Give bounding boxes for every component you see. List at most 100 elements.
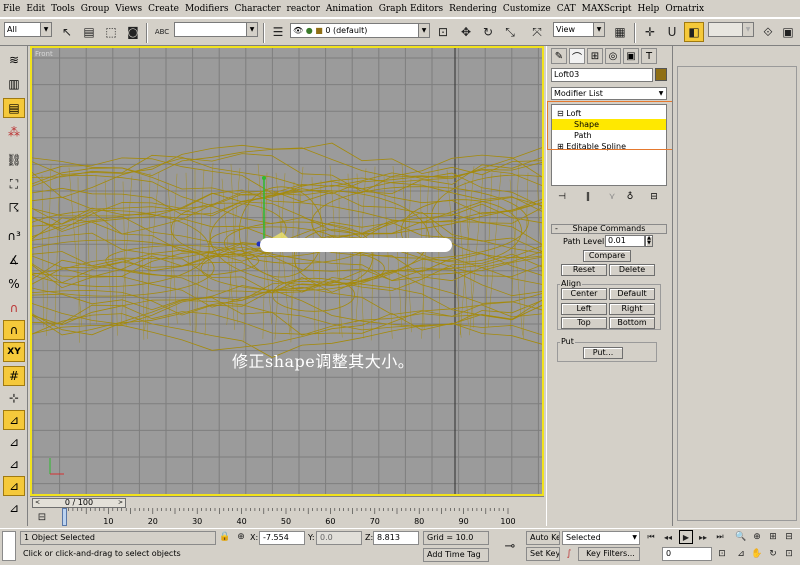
align-bottom-button[interactable]: Bottom xyxy=(609,317,655,329)
key-filters-button[interactable]: Key Filters... xyxy=(578,547,640,561)
create-tab-icon[interactable]: ✎ xyxy=(551,48,567,64)
time-slider-thumb[interactable]: < 0 / 100 > xyxy=(32,498,126,508)
pan-icon[interactable]: ✋ xyxy=(750,547,764,561)
menu-ornatrix[interactable]: Ornatrix xyxy=(665,4,704,14)
hierarchy-tab-icon[interactable]: ⊞ xyxy=(587,48,603,64)
modify-tab-icon[interactable]: ⌒ xyxy=(569,48,585,64)
add-time-tag-button[interactable]: Add Time Tag xyxy=(423,548,489,562)
play-icon[interactable]: ▶ xyxy=(679,530,693,544)
zoom-all-icon[interactable]: ⊕ xyxy=(750,530,764,544)
reset-button[interactable]: Reset xyxy=(561,264,607,276)
time-slider[interactable]: < 0 / 100 > xyxy=(30,496,544,508)
selection-center-dropdown[interactable]: ▼ xyxy=(708,22,754,37)
select-and-squash-icon[interactable]: ◧ xyxy=(684,22,704,42)
go-to-start-icon[interactable]: ⏮ xyxy=(644,530,658,544)
menu-help[interactable]: Help xyxy=(638,4,660,14)
modifier-list-dropdown[interactable]: Modifier List ▼ xyxy=(551,87,667,100)
layer-manager-icon[interactable]: ☰ xyxy=(268,22,288,42)
path-level-spinner[interactable]: 0.01 xyxy=(605,235,645,247)
pivot-snap-icon[interactable]: ⊿ xyxy=(3,454,25,474)
viewport-label[interactable]: Front xyxy=(35,50,53,58)
configure-sets-icon[interactable]: ⊟ xyxy=(647,190,661,204)
rotate-icon[interactable]: ↻ xyxy=(478,22,498,42)
shape-commands-rollout[interactable]: - Shape Commands xyxy=(551,224,667,234)
mini-curve-editor-icon[interactable]: ⊟ xyxy=(32,509,52,526)
named-selection-dropdown[interactable]: ▼ xyxy=(174,22,258,37)
orbit-icon[interactable]: ↻ xyxy=(766,547,780,561)
menu-create[interactable]: Create xyxy=(148,4,179,14)
xy-constraint-icon[interactable]: XY xyxy=(3,342,25,362)
snap-toggle-icon[interactable]: ∩ xyxy=(3,320,25,340)
next-frame-icon[interactable]: ▸▸ xyxy=(696,530,710,544)
scale-icon[interactable]: ⤡ xyxy=(500,22,520,42)
snap-3-icon[interactable]: ∩³ xyxy=(3,226,25,246)
bind-space-warp-icon[interactable]: ☈ xyxy=(3,198,25,218)
menu-character[interactable]: Character xyxy=(235,4,281,14)
midpoint-snap-icon[interactable]: ⊿ xyxy=(3,476,25,496)
go-to-end-icon[interactable]: ⏭ xyxy=(713,530,727,544)
edge-snap-icon[interactable]: ⊿ xyxy=(3,410,25,430)
object-color-swatch[interactable] xyxy=(655,68,667,81)
put-button[interactable]: Put... xyxy=(583,347,623,359)
absolute-mode-icon[interactable]: ⊕ xyxy=(234,530,248,544)
menu-rendering[interactable]: Rendering xyxy=(449,4,497,14)
align-icon[interactable]: ▣ xyxy=(778,22,798,42)
z-coordinate-field[interactable]: 8.813 xyxy=(373,531,419,545)
percent-snap-icon[interactable]: % xyxy=(3,274,25,294)
select-arrow-icon[interactable]: ↖ xyxy=(57,22,77,42)
menu-modifiers[interactable]: Modifiers xyxy=(185,4,229,14)
menu-cat[interactable]: CAT xyxy=(557,4,576,14)
angle-snap-icon[interactable]: ∡ xyxy=(3,250,25,270)
align-top-button[interactable]: Top xyxy=(561,317,607,329)
face-snap-icon[interactable]: ⊿ xyxy=(3,432,25,452)
center-snap-icon[interactable]: ⊿ xyxy=(3,498,25,518)
lock-icon[interactable]: 🔒 xyxy=(218,530,232,544)
zoom-icon[interactable]: 🔍 xyxy=(734,530,748,544)
menu-group[interactable]: Group xyxy=(81,4,109,14)
menu-views[interactable]: Views xyxy=(115,4,142,14)
display-tab-icon[interactable]: ▣ xyxy=(623,48,639,64)
maxscript-listener-box[interactable] xyxy=(2,531,16,561)
key-mode-dropdown[interactable]: Selected ▼ xyxy=(562,531,640,545)
material-editor-icon[interactable]: ⁂ xyxy=(3,122,25,142)
menu-graph-editors[interactable]: Graph Editors xyxy=(379,4,443,14)
menu-reactor[interactable]: reactor xyxy=(287,4,320,14)
menu-tools[interactable]: Tools xyxy=(51,4,75,14)
align-left-button[interactable]: Left xyxy=(561,303,607,315)
schematic-icon[interactable]: ▤ xyxy=(3,98,25,118)
menu-edit[interactable]: Edit xyxy=(26,4,45,14)
link-icon[interactable]: ⛓ xyxy=(3,150,25,170)
window-crossing-icon[interactable]: ◙ xyxy=(123,22,143,42)
layers-icon[interactable]: ≋ xyxy=(3,50,25,70)
select-and-move-icon[interactable]: ✛ xyxy=(640,22,660,42)
selection-filter-dropdown[interactable]: All ▼ xyxy=(4,22,52,37)
vertex-snap-icon[interactable]: ⊹ xyxy=(3,388,25,408)
reference-coordinate-dropdown[interactable]: View ▼ xyxy=(553,22,605,37)
unlink-icon[interactable]: ⛶ xyxy=(3,174,25,194)
magnet-icon[interactable]: U xyxy=(662,22,682,42)
remove-modifier-icon[interactable]: ♁ xyxy=(623,190,637,204)
time-configuration-icon[interactable]: ⊡ xyxy=(715,547,729,561)
track-bar[interactable]: 0102030405060708090100 xyxy=(30,508,544,528)
make-unique-icon[interactable]: ⋎ xyxy=(605,190,619,204)
y-coordinate-field[interactable]: 0.0 xyxy=(316,531,362,545)
default-in-out-tangent-icon[interactable]: ∫ xyxy=(562,547,576,561)
motion-tab-icon[interactable]: ◎ xyxy=(605,48,621,64)
current-frame-field[interactable]: 0 xyxy=(662,547,712,561)
menu-maxscript[interactable]: MAXScript xyxy=(582,4,632,14)
object-name-field[interactable]: Loft03 xyxy=(551,68,653,82)
pin-stack-icon[interactable]: ⊣ xyxy=(555,190,569,204)
grid-icon[interactable]: # xyxy=(3,366,25,386)
menu-customize[interactable]: Customize xyxy=(503,4,551,14)
key-icon[interactable]: ⊸ xyxy=(499,535,521,557)
move-icon[interactable]: ✥ xyxy=(456,22,476,42)
select-by-name-icon[interactable]: ▤ xyxy=(79,22,99,42)
utilities-tab-icon[interactable]: T xyxy=(641,48,657,64)
x-coordinate-field[interactable]: -7.554 xyxy=(259,531,305,545)
delete-button[interactable]: Delete xyxy=(609,264,655,276)
menu-file[interactable]: File xyxy=(3,4,20,14)
curve-editor-icon[interactable]: ▥ xyxy=(3,74,25,94)
abc-icon[interactable]: ABC xyxy=(152,22,172,42)
pivot-center-icon[interactable]: ▦ xyxy=(610,22,630,42)
show-end-result-icon[interactable]: ‖ xyxy=(581,190,595,204)
